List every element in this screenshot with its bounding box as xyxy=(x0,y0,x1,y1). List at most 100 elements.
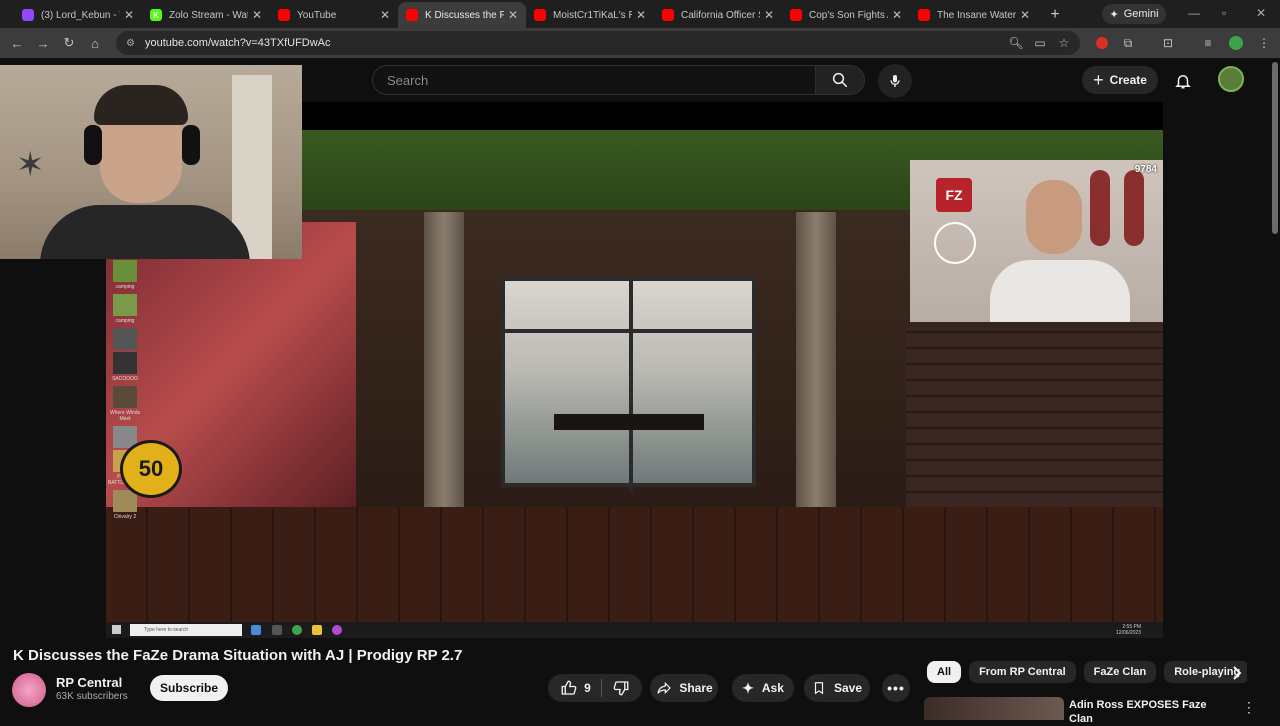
tab-close-icon[interactable]: ✕ xyxy=(892,8,902,22)
minimize-icon[interactable]: — xyxy=(1188,6,1200,20)
search-input[interactable]: Search xyxy=(372,65,816,95)
search-button[interactable] xyxy=(815,65,865,95)
tab-close-icon[interactable]: ✕ xyxy=(764,8,774,22)
voice-search-button[interactable] xyxy=(878,64,912,98)
gemini-label: Gemini xyxy=(1123,8,1159,20)
like-button[interactable]: 9 xyxy=(560,679,591,697)
tab-strip: (3) Lord_Kebun - Tw✕KZolo Stream - Wat✕Y… xyxy=(0,0,1038,28)
scene-desk xyxy=(554,414,704,430)
browser-tab[interactable]: K Discusses the Fa ✕ xyxy=(398,2,526,28)
tab-favicon-icon xyxy=(22,9,34,21)
windows-taskbar: Type here to search 2:55 PM 12/06/2023 xyxy=(106,622,1163,638)
reload-icon[interactable]: ↻ xyxy=(56,30,82,56)
recommendation-menu-icon[interactable]: ⋮ xyxy=(1242,699,1256,716)
close-window-icon[interactable]: ✕ xyxy=(1256,6,1266,20)
scene-window xyxy=(501,277,760,491)
wall-star-decoration: ✶ xyxy=(16,146,45,184)
zoom-icon[interactable]: 🔍︎ xyxy=(1006,33,1026,53)
faze-logo: FZ xyxy=(936,178,972,212)
task-view-icon xyxy=(251,625,261,635)
desktop-icon-label: Where Winds Meet xyxy=(109,410,140,422)
maximize-icon[interactable]: ▫ xyxy=(1222,6,1226,20)
filter-chip[interactable]: From RP Central xyxy=(969,661,1076,683)
back-arrow-icon[interactable]: ← xyxy=(4,30,30,56)
fifty-badge: 50 xyxy=(120,440,182,498)
browser-tab[interactable]: K Zolo Stream - Wat ✕ xyxy=(142,2,270,28)
extensions-puzzle-icon[interactable]: ⧉ xyxy=(1118,33,1138,53)
plus-icon: + xyxy=(1093,69,1104,90)
tab-close-icon[interactable]: ✕ xyxy=(124,8,134,22)
ask-button[interactable]: ✦ Ask xyxy=(732,674,794,702)
desktop-icon-label: camping xyxy=(115,318,135,324)
bookmark-star-icon[interactable]: ☆ xyxy=(1054,33,1074,53)
more-actions-button[interactable]: ••• xyxy=(882,674,910,702)
site-info-icon[interactable]: ⚙ xyxy=(126,38,135,49)
cast-icon[interactable]: ▭ xyxy=(1030,33,1050,53)
taskbar-search-text: Type here to search xyxy=(144,627,189,633)
share-arrow-icon xyxy=(657,681,672,695)
browser-menu-icon[interactable]: ⋮ xyxy=(1254,33,1274,53)
chrome-taskbar-icon xyxy=(292,625,302,635)
windows-start-icon xyxy=(112,625,121,634)
create-button[interactable]: + Create xyxy=(1082,66,1158,94)
dislike-button[interactable] xyxy=(612,679,630,697)
browser-tab[interactable]: Cop's Son Fights A ✕ xyxy=(782,2,910,28)
browser-tab[interactable]: MoistCr1TiKaL's Re ✕ xyxy=(526,2,654,28)
filter-chip[interactable]: All xyxy=(927,661,962,683)
account-avatar[interactable] xyxy=(1218,66,1244,92)
tab-close-icon[interactable]: ✕ xyxy=(252,8,262,22)
desktop-app-icon xyxy=(113,260,137,282)
clock-date: 12/06/2023 xyxy=(1115,630,1141,636)
forward-arrow-icon[interactable]: → xyxy=(30,30,56,56)
address-bar[interactable]: ⚙ youtube.com/watch?v=43TXfUFDwAc xyxy=(116,31,1080,55)
tab-favicon-icon xyxy=(534,9,546,21)
scrollbar-thumb[interactable] xyxy=(1272,62,1278,234)
channel-name[interactable]: RP Central xyxy=(56,675,122,690)
browser-tab[interactable]: (3) Lord_Kebun - Tw ✕ xyxy=(14,2,142,28)
url-text: youtube.com/watch?v=43TXfUFDwAc xyxy=(144,37,331,49)
profile-avatar-icon[interactable] xyxy=(1226,33,1246,53)
ellipsis-icon: ••• xyxy=(887,680,905,696)
like-count: 9 xyxy=(584,681,591,695)
like-dislike-group: 9 xyxy=(548,674,642,702)
filter-chip[interactable]: FaZe Clan xyxy=(1083,661,1157,683)
recommendation-title[interactable]: Adin Ross EXPOSES Faze Clan xyxy=(1069,698,1219,726)
notifications-button[interactable] xyxy=(1170,68,1196,94)
dragon-logo xyxy=(934,222,976,264)
tab-title: California Officer S xyxy=(681,9,760,21)
tab-favicon-icon: K xyxy=(150,9,162,21)
like-divider xyxy=(600,679,602,697)
microphone-icon xyxy=(890,75,900,87)
subscribe-button[interactable]: Subscribe xyxy=(150,675,228,701)
tab-close-icon[interactable]: ✕ xyxy=(508,8,518,22)
home-icon[interactable]: ⌂ xyxy=(82,30,108,56)
desktop-app-icon xyxy=(113,328,137,350)
tab-title: Cop's Son Fights A xyxy=(809,9,888,21)
scene-pillar-left xyxy=(424,212,464,532)
sparkle-icon: ✦ xyxy=(742,679,754,696)
headphones-left xyxy=(84,125,102,165)
desktop-icon-label: SACOOOO xyxy=(112,376,138,382)
folder-taskbar-icon xyxy=(312,625,322,635)
browser-toolbar: ← → ↻ ⌂ ⚙ youtube.com/watch?v=43TXfUFDwA… xyxy=(0,28,1280,58)
channel-avatar[interactable] xyxy=(12,673,46,707)
tab-close-icon[interactable]: ✕ xyxy=(636,8,646,22)
save-button[interactable]: Save xyxy=(804,674,870,702)
tab-search-icon[interactable]: ⊡ xyxy=(1158,33,1178,53)
share-button[interactable]: Share xyxy=(650,674,718,702)
tab-close-icon[interactable]: ✕ xyxy=(380,8,390,22)
badge-text: 50 xyxy=(138,456,164,481)
browser-tab[interactable]: The Insane Waterp ✕ xyxy=(910,2,1038,28)
media-control-icon[interactable]: ≡ xyxy=(1198,33,1218,53)
extension-red-icon[interactable] xyxy=(1092,33,1112,53)
taskbar-clock: 2:55 PM 12/06/2023 xyxy=(1116,624,1141,636)
gemini-button[interactable]: ✦ Gemini xyxy=(1102,4,1166,24)
browser-tab[interactable]: California Officer S ✕ xyxy=(654,2,782,28)
tab-close-icon[interactable]: ✕ xyxy=(1020,8,1030,22)
new-tab-button[interactable]: + xyxy=(1042,2,1068,28)
recommendation-thumbnail[interactable] xyxy=(924,697,1064,720)
browser-tab[interactable]: YouTube ✕ xyxy=(270,2,398,28)
share-label: Share xyxy=(679,681,713,695)
skateboard-deck xyxy=(1090,170,1110,246)
chips-next-button[interactable] xyxy=(1228,663,1246,683)
